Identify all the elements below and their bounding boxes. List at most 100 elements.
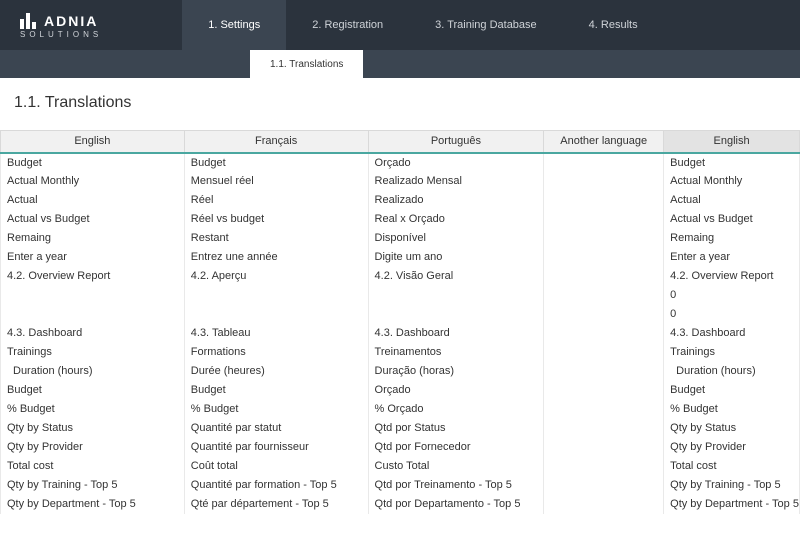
table-cell[interactable]: Actual Monthly [664, 172, 800, 191]
table-cell[interactable]: Qtd por Departamento - Top 5 [368, 495, 544, 514]
table-cell[interactable] [544, 153, 664, 172]
table-cell[interactable]: Trainings [1, 343, 185, 362]
table-cell[interactable]: Formations [184, 343, 368, 362]
table-cell[interactable]: Disponível [368, 229, 544, 248]
table-cell[interactable]: Budget [184, 381, 368, 400]
table-cell[interactable]: Qty by Training - Top 5 [664, 476, 800, 495]
table-cell[interactable] [544, 457, 664, 476]
table-cell[interactable] [184, 305, 368, 324]
table-cell[interactable]: Duration (hours) [1, 362, 185, 381]
table-cell[interactable]: Realizado [368, 191, 544, 210]
table-cell[interactable]: Qty by Provider [1, 438, 185, 457]
table-cell[interactable]: Budget [1, 153, 185, 172]
table-cell[interactable]: Remaing [1, 229, 185, 248]
col-english-2[interactable]: English [664, 131, 800, 153]
table-cell[interactable] [544, 267, 664, 286]
col-francais[interactable]: Français [184, 131, 368, 153]
table-cell[interactable]: Actual Monthly [1, 172, 185, 191]
table-cell[interactable] [544, 476, 664, 495]
table-cell[interactable] [544, 419, 664, 438]
table-cell[interactable]: Qté par département - Top 5 [184, 495, 368, 514]
table-cell[interactable]: Orçado [368, 153, 544, 172]
table-cell[interactable]: Qtd por Status [368, 419, 544, 438]
table-cell[interactable] [544, 343, 664, 362]
table-cell[interactable]: Duration (hours) [664, 362, 800, 381]
table-cell[interactable]: Custo Total [368, 457, 544, 476]
table-cell[interactable]: Restant [184, 229, 368, 248]
table-cell[interactable]: Enter a year [1, 248, 185, 267]
table-cell[interactable]: Quantité par fournisseur [184, 438, 368, 457]
table-cell[interactable] [184, 286, 368, 305]
table-cell[interactable] [544, 172, 664, 191]
table-cell[interactable]: Remaing [664, 229, 800, 248]
table-cell[interactable]: Qtd por Treinamento - Top 5 [368, 476, 544, 495]
table-cell[interactable]: Réel vs budget [184, 210, 368, 229]
table-cell[interactable]: Qty by Provider [664, 438, 800, 457]
table-cell[interactable]: 4.2. Overview Report [1, 267, 185, 286]
table-cell[interactable]: 4.2. Overview Report [664, 267, 800, 286]
table-cell[interactable]: 0 [664, 305, 800, 324]
table-cell[interactable]: % Budget [184, 400, 368, 419]
table-cell[interactable]: Qty by Status [1, 419, 185, 438]
table-cell[interactable]: Total cost [664, 457, 800, 476]
table-cell[interactable]: Qty by Department - Top 5 [664, 495, 800, 514]
table-cell[interactable]: Quantité par formation - Top 5 [184, 476, 368, 495]
table-cell[interactable]: Actual [664, 191, 800, 210]
table-cell[interactable]: Budget [664, 381, 800, 400]
table-cell[interactable]: Budget [184, 153, 368, 172]
table-cell[interactable] [544, 191, 664, 210]
col-english[interactable]: English [1, 131, 185, 153]
table-cell[interactable] [1, 286, 185, 305]
subtab-translations[interactable]: 1.1. Translations [250, 50, 363, 78]
table-cell[interactable]: Budget [1, 381, 185, 400]
nav-registration[interactable]: 2. Registration [286, 0, 409, 50]
table-cell[interactable]: % Budget [1, 400, 185, 419]
table-cell[interactable]: Enter a year [664, 248, 800, 267]
table-cell[interactable]: % Orçado [368, 400, 544, 419]
table-cell[interactable] [544, 438, 664, 457]
table-cell[interactable]: Actual vs Budget [1, 210, 185, 229]
table-cell[interactable]: Réel [184, 191, 368, 210]
table-cell[interactable]: Duração (horas) [368, 362, 544, 381]
table-cell[interactable]: Digite um ano [368, 248, 544, 267]
table-cell[interactable] [544, 324, 664, 343]
table-cell[interactable]: Orçado [368, 381, 544, 400]
nav-results[interactable]: 4. Results [563, 0, 664, 50]
table-cell[interactable] [544, 381, 664, 400]
col-another-language[interactable]: Another language [544, 131, 664, 153]
table-cell[interactable] [544, 400, 664, 419]
table-cell[interactable]: Total cost [1, 457, 185, 476]
table-cell[interactable]: Mensuel réel [184, 172, 368, 191]
table-cell[interactable]: Budget [664, 153, 800, 172]
table-cell[interactable]: Durée (heures) [184, 362, 368, 381]
table-cell[interactable]: Qty by Training - Top 5 [1, 476, 185, 495]
table-cell[interactable]: Actual [1, 191, 185, 210]
table-cell[interactable] [544, 305, 664, 324]
table-cell[interactable] [544, 248, 664, 267]
table-cell[interactable] [368, 305, 544, 324]
nav-settings[interactable]: 1. Settings [182, 0, 286, 50]
table-cell[interactable] [544, 210, 664, 229]
table-cell[interactable]: 4.3. Dashboard [664, 324, 800, 343]
table-cell[interactable] [544, 229, 664, 248]
table-cell[interactable]: Entrez une année [184, 248, 368, 267]
table-cell[interactable]: 4.3. Dashboard [1, 324, 185, 343]
table-cell[interactable]: 4.2. Aperçu [184, 267, 368, 286]
table-cell[interactable]: 4.3. Dashboard [368, 324, 544, 343]
table-cell[interactable]: 4.3. Tableau [184, 324, 368, 343]
table-cell[interactable]: Treinamentos [368, 343, 544, 362]
table-cell[interactable]: Real x Orçado [368, 210, 544, 229]
table-cell[interactable]: Trainings [664, 343, 800, 362]
nav-training-database[interactable]: 3. Training Database [409, 0, 563, 50]
table-cell[interactable] [368, 286, 544, 305]
table-cell[interactable]: Actual vs Budget [664, 210, 800, 229]
table-cell[interactable] [544, 286, 664, 305]
table-cell[interactable] [544, 362, 664, 381]
table-cell[interactable]: 4.2. Visão Geral [368, 267, 544, 286]
table-cell[interactable]: Realizado Mensal [368, 172, 544, 191]
table-cell[interactable] [1, 305, 185, 324]
table-cell[interactable]: Qty by Department - Top 5 [1, 495, 185, 514]
table-cell[interactable]: Coût total [184, 457, 368, 476]
table-cell[interactable]: % Budget [664, 400, 800, 419]
table-cell[interactable]: 0 [664, 286, 800, 305]
